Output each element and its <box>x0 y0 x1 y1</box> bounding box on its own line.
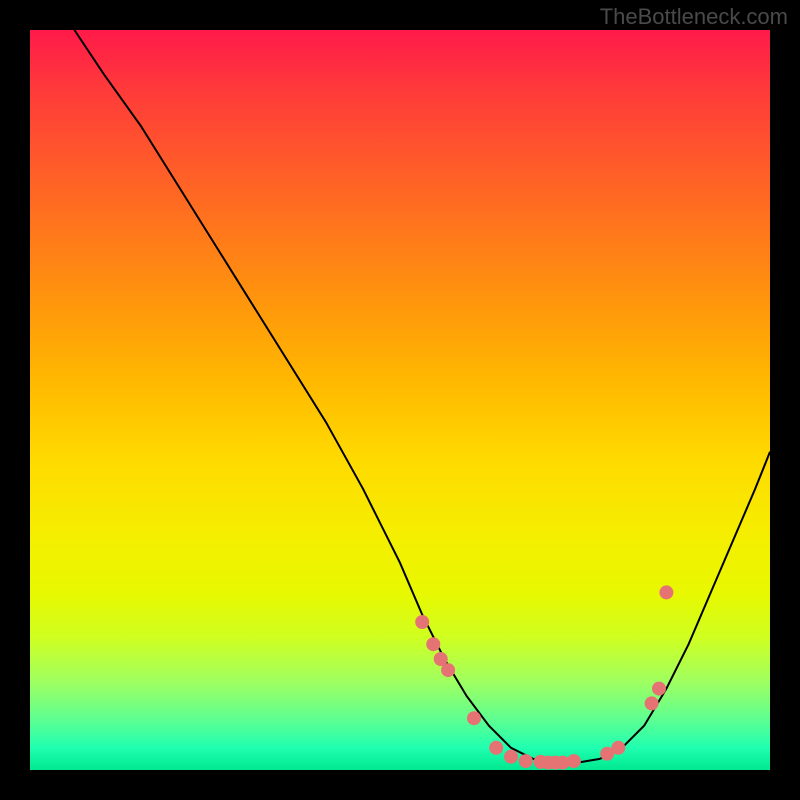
data-point <box>645 696 659 710</box>
data-point <box>489 741 503 755</box>
chart-svg <box>30 30 770 770</box>
data-point <box>659 585 673 599</box>
data-point <box>426 637 440 651</box>
data-point <box>652 682 666 696</box>
data-point <box>467 711 481 725</box>
watermark-text: TheBottleneck.com <box>600 4 788 30</box>
data-point <box>567 754 581 768</box>
data-point <box>441 663 455 677</box>
highlight-points <box>415 585 673 769</box>
chart-plot-area <box>30 30 770 770</box>
data-point <box>519 754 533 768</box>
data-point <box>611 741 625 755</box>
data-point <box>504 750 518 764</box>
data-point <box>415 615 429 629</box>
bottleneck-curve <box>74 30 770 763</box>
